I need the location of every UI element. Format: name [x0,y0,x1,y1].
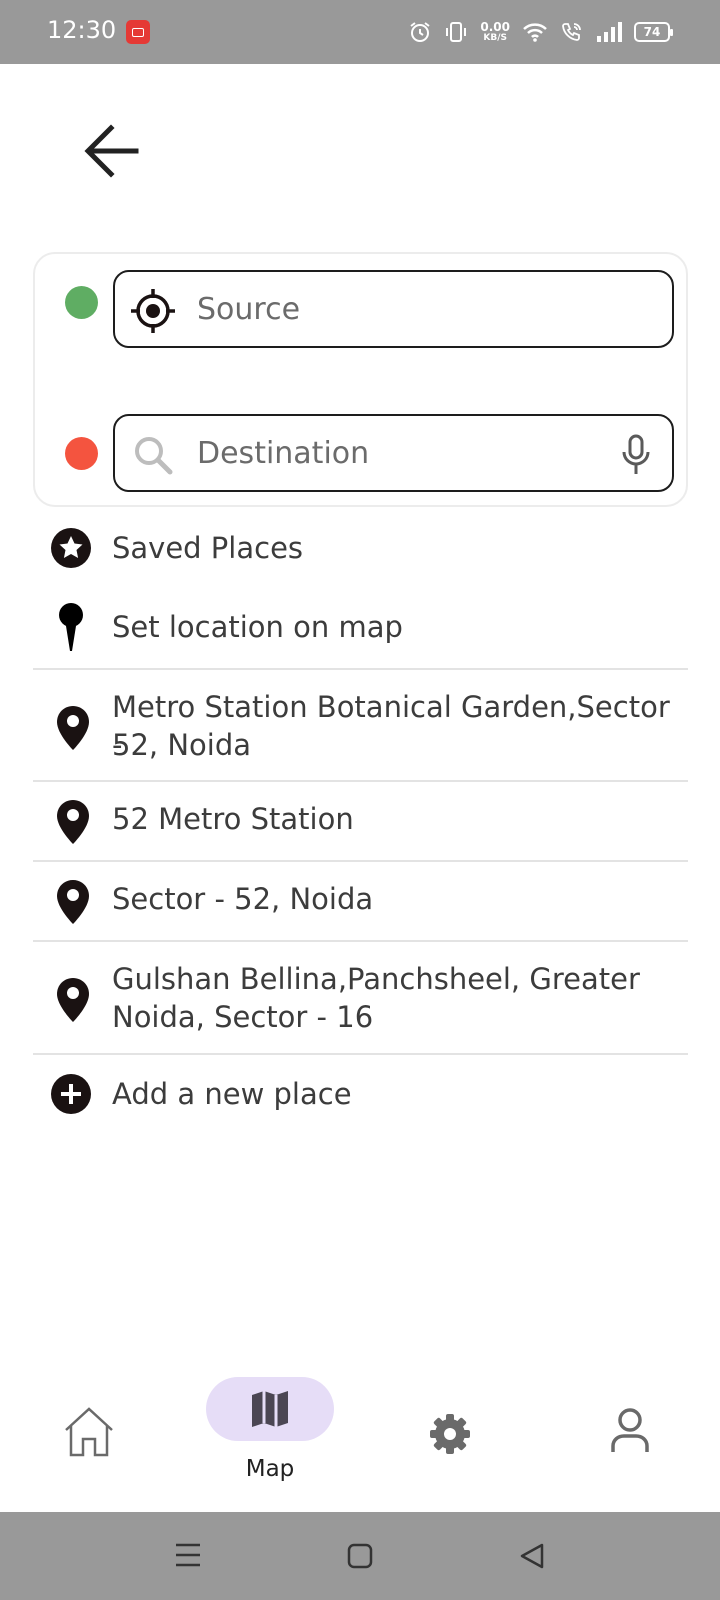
saved-places-label: Saved Places [112,531,304,565]
destination-dot [65,437,98,470]
map-pin-icon [59,603,83,651]
net-speed: 0.00 KB/S [480,21,510,43]
nav-home[interactable] [62,1406,116,1462]
nav-settings[interactable] [428,1412,472,1460]
divider [33,780,688,782]
battery-icon: 74 [634,22,673,42]
location-marker-icon [57,706,89,750]
recent-place-item[interactable]: 52 Metro Station [33,798,688,844]
wifi-icon [523,23,547,42]
set-location-item[interactable]: Set location on map [33,600,688,656]
recent-place-item[interactable]: Sector - 52, Noida [33,878,688,924]
arrow-left-icon [84,124,139,178]
recent-place-line2: 52, Noida [112,728,252,762]
location-marker-icon [57,978,89,1022]
destination-placeholder: Destination [197,436,370,471]
bottom-nav: Map [0,1350,720,1512]
source-dot [65,286,98,319]
screen-record-icon [126,20,150,44]
net-speed-unit: KB/S [483,33,507,43]
recent-place-item[interactable]: Gulshan Bellina,Panchsheel, Greater Noid… [33,960,688,1036]
system-nav [0,1512,720,1600]
battery-level: 74 [643,25,661,39]
nav-profile[interactable] [610,1408,650,1458]
crosshair-icon [131,289,175,333]
star-icon [51,528,91,568]
mic-icon[interactable] [620,434,652,476]
map-icon [252,1391,288,1427]
divider [33,940,688,942]
profile-icon [611,1408,649,1452]
location-marker-icon [57,800,89,844]
recent-place-line1: 52 Metro Station [112,802,354,836]
nav-map[interactable] [206,1377,334,1441]
destination-input[interactable]: Destination [113,414,674,492]
recent-place-line1: Gulshan Bellina,Panchsheel, Greater [112,962,640,996]
location-marker-icon [57,880,89,924]
saved-places-item[interactable]: Saved Places [33,520,688,576]
set-location-label: Set location on map [112,610,403,644]
back-button[interactable] [80,120,144,184]
nav-map-label: Map [245,1456,295,1482]
wifi-call-icon [562,23,581,41]
search-icon [135,437,173,475]
menu-icon[interactable] [174,1542,202,1568]
signal-icon [597,22,622,42]
status-time: 12:30 [47,16,117,44]
source-input[interactable]: Source [113,270,674,348]
route-card: Source Destination [33,252,688,507]
home-icon [65,1407,113,1457]
vibrate-icon [446,22,467,42]
status-bar: 12:30 0.00 KB/S 74 [0,0,720,64]
recent-place-line2: Noida, Sector - 16 [112,1000,374,1034]
divider [33,860,688,862]
divider [33,1053,688,1055]
source-placeholder: Source [197,292,301,327]
settings-icon [430,1414,470,1454]
recent-place-item[interactable]: Metro Station Botanical Garden,Sector - … [33,688,688,764]
home-square-icon[interactable] [347,1543,373,1569]
alarm-icon [410,22,430,42]
recent-place-line1: Sector - 52, Noida [112,882,374,916]
plus-circle-icon [51,1074,91,1114]
add-place-item[interactable]: Add a new place [33,1072,688,1116]
status-icons: 0.00 KB/S 74 [408,14,673,50]
back-triangle-icon[interactable] [518,1542,546,1570]
net-speed-value: 0.00 [480,20,510,34]
divider [33,668,688,670]
add-place-label: Add a new place [112,1077,352,1111]
